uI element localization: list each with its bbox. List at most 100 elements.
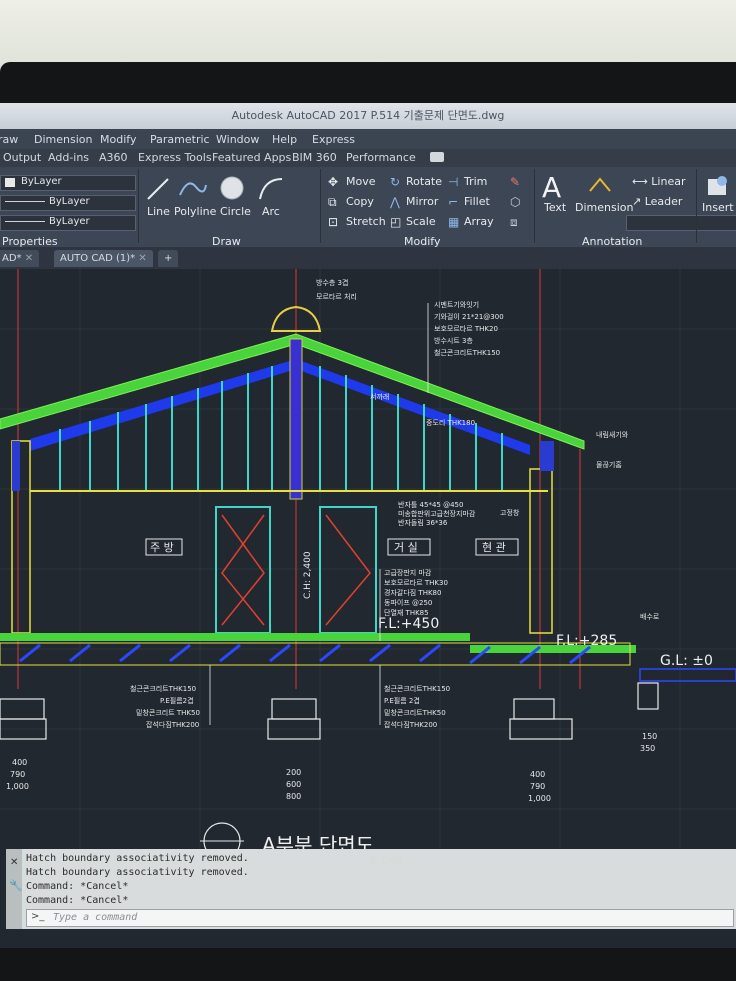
tab-a360[interactable]: A360 bbox=[99, 151, 128, 164]
wall-background bbox=[0, 0, 736, 70]
ceiling-note: 반자돌림 36*36 bbox=[398, 518, 448, 527]
menu-parametric[interactable]: Parametric bbox=[150, 133, 210, 146]
polyline-icon bbox=[179, 182, 207, 196]
slab-note: 잡석다짐THK200 bbox=[146, 720, 199, 729]
menu-modify[interactable]: Modify bbox=[100, 133, 136, 146]
circle-icon bbox=[220, 176, 244, 200]
command-handle[interactable]: ✕ 🔧 bbox=[6, 849, 23, 929]
drawing-canvas[interactable]: 주 방 거 실 현 관 F.L:+450 F.L:+285 G.L: ±0 C.… bbox=[0, 269, 736, 860]
doc-tab-autocad[interactable]: AUTO CAD (1)* ✕ bbox=[54, 250, 153, 267]
room-living: 거 실 bbox=[394, 541, 418, 554]
tab-bim-360[interactable]: BIM 360 bbox=[292, 151, 337, 164]
tab-performance[interactable]: Performance bbox=[346, 151, 416, 164]
dim-step: 150 bbox=[642, 732, 657, 741]
panel-separator bbox=[696, 169, 697, 243]
fillet-icon: ⌐ bbox=[448, 195, 458, 209]
text-button[interactable]: Text bbox=[544, 201, 566, 214]
table-style-strip[interactable] bbox=[626, 215, 736, 231]
copy-icon: ⧉ bbox=[328, 195, 337, 209]
top-note: 방수층 3겹 bbox=[316, 278, 348, 287]
layer-dropdown-2[interactable]: ByLayer bbox=[0, 195, 136, 211]
panel-separator bbox=[138, 169, 139, 243]
arc-icon bbox=[259, 178, 283, 200]
roof-note: 보호모르타르 THK20 bbox=[434, 324, 498, 333]
ceiling-notes: 반자틀 45*45 @450 미송합판위고급천장지마감 반자돌림 36*36 bbox=[398, 500, 476, 527]
layer-dropdown-1[interactable]: ByLayer bbox=[0, 175, 136, 191]
erase-icon: ✎ bbox=[510, 175, 520, 189]
floor-note: 단열재 THK85 bbox=[384, 608, 429, 617]
roof-note: 기와걸이 21*21@300 bbox=[434, 312, 504, 321]
rain-note: 물끊기홈 bbox=[596, 460, 622, 469]
menu-help[interactable]: Help bbox=[272, 133, 297, 146]
menu-window[interactable]: Window bbox=[216, 133, 259, 146]
slab-notes-left: 철근콘크리트THK150 P.E필름2겹 밑창콘크리트 THK50 잡석다짐TH… bbox=[130, 684, 200, 729]
panel-separator bbox=[320, 169, 321, 243]
circle-button[interactable]: Circle bbox=[220, 205, 251, 218]
layer-dropdown-3[interactable]: ByLayer bbox=[0, 215, 136, 231]
new-tab-button[interactable]: + bbox=[158, 250, 179, 267]
line-button[interactable]: Line bbox=[147, 205, 170, 218]
insert-button[interactable]: Insert bbox=[702, 201, 734, 214]
leader-button[interactable]: ↗ Leader bbox=[632, 195, 682, 208]
room-kitchen: 주 방 bbox=[150, 541, 174, 554]
ceiling-note: 미송합판위고급천장지마감 bbox=[398, 509, 476, 518]
modify-icons: ✥ ↻ ⊣ ⧉ ⋀ ⌐ ⊡ ◰ ▦ ✎ ⬡ ⧈ bbox=[328, 175, 520, 229]
menu-express[interactable]: Express bbox=[312, 133, 355, 146]
rafter-note: 서까래 bbox=[370, 392, 389, 401]
ceiling-note: 반자틀 45*45 @450 bbox=[398, 500, 463, 509]
footings bbox=[0, 682, 659, 740]
move-icon: ✥ bbox=[328, 175, 338, 189]
command-history-line: Hatch boundary associativity removed. bbox=[26, 867, 249, 878]
floor-level-entry: F.L:+285 bbox=[556, 633, 617, 649]
panel-separator bbox=[534, 169, 535, 243]
slab-note: 철근콘크리트THK150 bbox=[384, 684, 450, 693]
ceiling-height: C.H: 2,400 bbox=[303, 551, 313, 599]
wrench-icon[interactable]: 🔧 bbox=[9, 879, 23, 892]
document-tabs: AD* ✕ AUTO CAD (1)* ✕ + bbox=[0, 247, 736, 269]
ribbon: ByLayer ByLayer ByLayer Properties Line … bbox=[0, 167, 736, 248]
tab-featured-apps[interactable]: Featured Apps bbox=[212, 151, 291, 164]
close-icon[interactable]: ✕ bbox=[25, 253, 33, 264]
doc-tab-ad[interactable]: AD* ✕ bbox=[0, 250, 40, 267]
ground-level: G.L: ±0 bbox=[660, 653, 713, 669]
lineweight-icon bbox=[5, 220, 45, 222]
leader-icon: ↗ bbox=[632, 195, 645, 208]
dim-left: 1,000 bbox=[6, 782, 29, 791]
annotation-icons: A bbox=[542, 171, 611, 203]
grid bbox=[0, 269, 736, 849]
trim-icon: ⊣ bbox=[448, 175, 458, 189]
floor-note: 경자갈다짐 THK80 bbox=[384, 588, 441, 597]
slab-note: P.E필름2겹 bbox=[160, 696, 194, 705]
stretch-icon: ⊡ bbox=[328, 215, 338, 229]
title-bar: Autodesk AutoCAD 2017 P.514 기출문제 단면도.dwg bbox=[0, 103, 736, 129]
tab-output[interactable]: Output bbox=[3, 151, 41, 164]
section-drawing[interactable]: 주 방 거 실 현 관 F.L:+450 F.L:+285 G.L: ±0 C.… bbox=[0, 269, 736, 860]
close-icon[interactable]: ✕ bbox=[138, 253, 146, 264]
dim-right: 790 bbox=[530, 782, 545, 791]
mirror-icon: ⋀ bbox=[389, 195, 400, 209]
slab-note: 철근콘크리트THK150 bbox=[130, 684, 196, 693]
arc-button[interactable]: Arc bbox=[262, 205, 280, 218]
polyline-button[interactable]: Polyline bbox=[174, 205, 216, 218]
menu-draw[interactable]: raw bbox=[0, 133, 18, 146]
menu-dimension[interactable]: Dimension bbox=[34, 133, 92, 146]
drawing-scale: S:1/40 bbox=[370, 855, 403, 866]
close-icon[interactable]: ✕ bbox=[10, 857, 18, 868]
tab-add-ins[interactable]: Add-ins bbox=[48, 151, 89, 164]
room-labels bbox=[145, 538, 519, 556]
color-swatch-icon bbox=[5, 178, 15, 187]
dim-mid: 600 bbox=[286, 780, 301, 789]
command-input[interactable]: >_ Type a command bbox=[26, 909, 734, 927]
tab-express-tools[interactable]: Express Tools bbox=[138, 151, 212, 164]
roof-note: 방수시트 3층 bbox=[434, 336, 473, 345]
video-icon[interactable] bbox=[430, 152, 444, 162]
floor-slab bbox=[0, 633, 736, 682]
linear-button[interactable]: ⟷ Linear bbox=[632, 175, 685, 188]
dimension-button[interactable]: Dimension bbox=[575, 201, 633, 214]
dim-mid: 200 bbox=[286, 768, 301, 777]
command-history-line: Command: *Cancel* bbox=[26, 881, 129, 892]
dim-step: 350 bbox=[640, 744, 655, 753]
floor-note: 동파이프 @250 bbox=[384, 598, 432, 607]
room-entry: 현 관 bbox=[482, 541, 506, 554]
roof bbox=[0, 305, 585, 500]
